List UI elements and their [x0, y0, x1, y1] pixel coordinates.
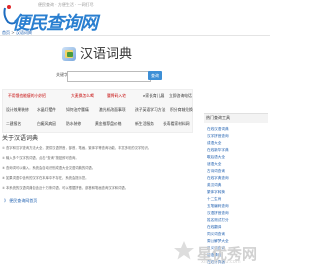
promo-link[interactable]: 激光机改面事项	[99, 108, 126, 112]
header-divider	[0, 35, 270, 36]
promo-link[interactable]: 设计效果装修	[6, 108, 29, 112]
promo-link[interactable]: 积分商城兑换	[170, 108, 193, 112]
sidebar-title: 热门查询工具	[206, 115, 230, 120]
sidebar-link[interactable]: 在线汉语词典	[207, 127, 229, 132]
site-watermark: 星优秀网 xingyouxiu.com	[172, 238, 268, 268]
sidebar-link[interactable]: 繁体字转换	[207, 190, 225, 195]
promo-link[interactable]: 如何治疗腰痛	[66, 108, 89, 112]
promo-links-grid: 不用饿也能瘦的小妙招 大麦换怎么喝 腰臀码入宅 e家长育儿展 立即咨询电话 设计…	[2, 89, 193, 133]
sidebar-link[interactable]: 汉字拼音查询	[207, 134, 229, 139]
promo-link[interactable]: 水晶灯摆件	[37, 108, 56, 112]
about-paragraph: ④ 如果词语中含有的汉字在本库中不存在，系统会提示您。	[2, 176, 89, 180]
watermark-subtitle: xingyouxiu.com	[201, 259, 241, 265]
sidebar-link[interactable]: 汉语拼音查询	[207, 211, 229, 216]
promo-link[interactable]: 防水装修	[66, 122, 81, 126]
promo-link[interactable]: 立即咨询电话	[169, 94, 192, 98]
promo-link[interactable]: 孩子英语学习方法	[135, 108, 165, 112]
about-paragraph: ③ 查询词可以输入，系统会自动识别成语大全汉语词典的词语。	[2, 166, 96, 170]
promo-link[interactable]: 白癜风病因	[37, 122, 56, 126]
promo-link[interactable]: 黄金推荐盘价格	[95, 122, 122, 126]
search-button[interactable]: 查询	[148, 71, 162, 80]
about-paragraph: ⑤ 本系统的汉语词典包含近十万条词语，可以根据拼音，部首和笔画查询汉字和词语。	[2, 186, 128, 190]
sidebar-link[interactable]: 英汉词典	[207, 183, 221, 188]
sidebar-link[interactable]: 同义词查询	[207, 232, 225, 237]
sidebar-link[interactable]: 十二生肖	[207, 197, 221, 202]
page-title: 汉语词典	[80, 47, 133, 62]
sidebar-link[interactable]: 谜语大全	[207, 162, 221, 167]
sidebar-link[interactable]: 姓名测试打分	[207, 218, 229, 223]
about-title: 关于汉语词典	[2, 135, 39, 142]
promo-link[interactable]: 新生活服务	[135, 122, 154, 126]
promo-link[interactable]: 腰臀码入宅	[107, 94, 126, 98]
about-paragraph: ① 查字和汉字查询方法大全，提供汉语拼音，部首，笔画，繁体字等查询功能，丰富多彩…	[2, 146, 152, 150]
sidebar-link[interactable]: 成语大全	[207, 141, 221, 146]
sidebar-link[interactable]: 五笔编码查询	[207, 204, 229, 209]
sidebar-link[interactable]: 在线翻译	[207, 225, 221, 230]
logo-slogan: 便民查询 · 方便生活 · 一网打尽	[38, 2, 94, 7]
promo-link[interactable]: 不用饿也能瘦的小妙招	[8, 94, 46, 98]
promo-link[interactable]: 长寿看家材料网	[163, 122, 190, 126]
home-link[interactable]: 》 便民查询网首页	[4, 199, 37, 203]
promo-link[interactable]: e家长育儿展	[143, 94, 164, 98]
dictionary-book-icon	[62, 47, 76, 61]
sidebar-link[interactable]: 在线字典查询	[207, 176, 229, 181]
search-input[interactable]	[67, 71, 151, 82]
promo-link[interactable]: 二建报名	[6, 122, 21, 126]
sidebar-link[interactable]: 古诗词查询	[207, 169, 225, 174]
about-paragraph: ② 输入多个汉字的词语，点击“查询”按钮即可查询。	[2, 156, 79, 160]
promo-link[interactable]: 大麦换怎么喝	[71, 94, 94, 98]
sidebar-link[interactable]: 在线新华字典	[207, 148, 229, 153]
sidebar-link[interactable]: 歇后语大全	[207, 155, 225, 160]
